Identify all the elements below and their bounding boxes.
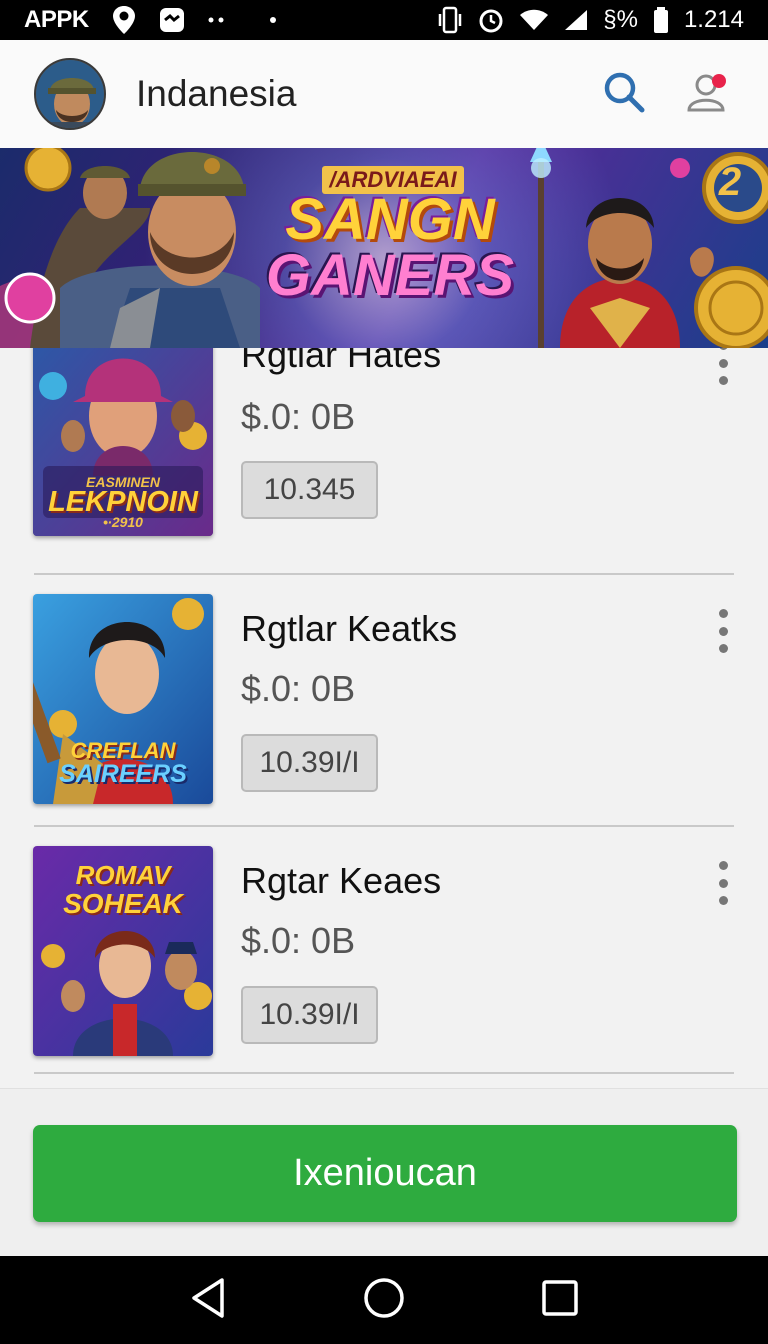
item-tag[interactable]: 10.39I/I (241, 734, 378, 792)
back-button[interactable] (178, 1270, 238, 1330)
primary-action-button[interactable]: Ixenioucan (33, 1125, 737, 1222)
vibrate-icon (437, 6, 463, 34)
banner-title: SANGN GANERS (265, 187, 515, 308)
recents-button[interactable] (530, 1270, 590, 1330)
app-title: Indanesia (136, 73, 297, 114)
list-item[interactable]: CREFLAN SAIREERS Rgtlar Keatks $.0: 0B 1… (0, 592, 768, 844)
search-button[interactable] (596, 66, 652, 122)
more-dots-icon (207, 15, 227, 25)
banner-title-line2: GANERS (265, 243, 515, 308)
alarm-icon (477, 6, 505, 34)
thumb-caption: •∙2910 (103, 514, 143, 530)
status-bar: APPK §% 1.214 (0, 0, 768, 40)
battery-icon (652, 6, 670, 34)
game-thumbnail[interactable]: EASMINEN LEKPNOIN •∙2910 (33, 348, 213, 536)
thumb-subtitle: SAIREERS (59, 760, 187, 788)
item-title[interactable]: Rgtlar Keatks (241, 608, 457, 650)
game-thumbnail[interactable]: CREFLAN SAIREERS (33, 594, 213, 804)
location-icon (111, 5, 137, 35)
dot-icon (249, 15, 279, 25)
wifi-icon (519, 8, 549, 32)
divider (34, 1072, 734, 1074)
list-item[interactable]: EASMINEN LEKPNOIN •∙2910 Rgtlar Hates $.… (0, 348, 768, 578)
game-list: EASMINEN LEKPNOIN •∙2910 Rgtlar Hates $.… (0, 348, 768, 1088)
item-price: $.0: 0B (241, 668, 356, 709)
divider (34, 825, 734, 827)
avatar[interactable] (34, 58, 106, 130)
carrier-label: APPK (24, 6, 89, 33)
clock-time: 1.214 (683, 6, 744, 33)
more-options-icon[interactable] (708, 606, 738, 656)
signal-icon (563, 8, 589, 32)
more-options-icon[interactable] (708, 348, 738, 388)
more-options-icon[interactable] (708, 858, 738, 908)
item-tag[interactable]: 10.345 (241, 461, 378, 519)
recents-square-icon (540, 1278, 580, 1323)
item-tag[interactable]: 10.39I/I (241, 986, 378, 1044)
notification-dot (712, 74, 726, 88)
item-price: $.0: 0B (241, 396, 356, 437)
game-thumbnail[interactable]: ROMAV SOHEAK (33, 846, 213, 1056)
system-nav-bar (0, 1256, 768, 1344)
back-triangle-icon (188, 1276, 228, 1325)
banner-title-line1: SANGN (285, 187, 495, 252)
battery-percent: §% (603, 6, 638, 33)
app-header: Indanesia (0, 40, 768, 148)
bottom-action-area: Ixenioucan (0, 1088, 768, 1256)
item-title[interactable]: Rgtar Keaes (241, 860, 441, 902)
item-price: $.0: 0B (241, 920, 356, 961)
search-icon (602, 70, 646, 119)
thumb-title: ROMAV (75, 860, 171, 890)
banner-badge-number: 2 (718, 160, 742, 204)
profile-button[interactable] (678, 66, 734, 122)
list-item[interactable]: ROMAV SOHEAK Rgtar Keaes $.0: 0B 10.39I/… (0, 844, 768, 1088)
home-button[interactable] (354, 1270, 414, 1330)
message-icon (159, 7, 185, 33)
item-title[interactable]: Rgtlar Hates (241, 348, 441, 376)
thumb-subtitle: SOHEAK (63, 888, 183, 919)
home-circle-icon (362, 1276, 406, 1325)
divider (34, 573, 734, 575)
